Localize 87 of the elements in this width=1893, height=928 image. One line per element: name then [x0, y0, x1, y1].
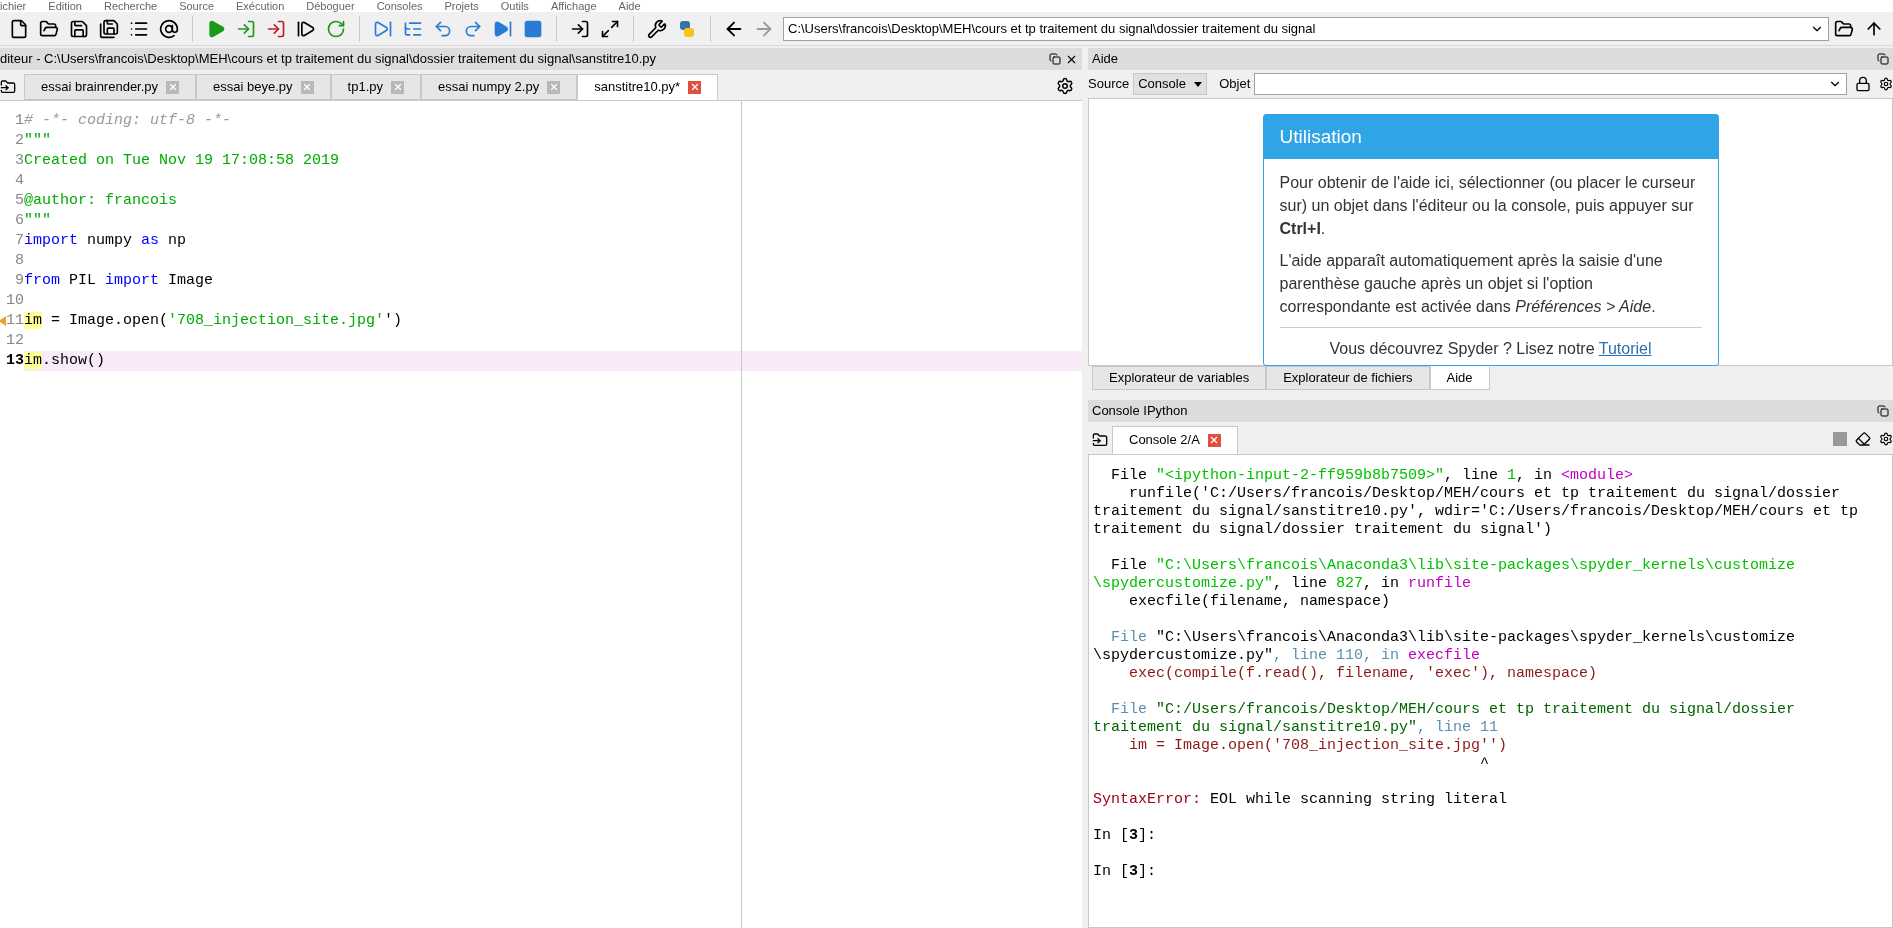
console-line: SyntaxError: EOL while scanning string literal	[1093, 791, 1509, 809]
console-line: File "<ipython-input-2-ff959b8b7509>", line 1, in <module>	[1110, 467, 1635, 485]
close-tab-icon[interactable]	[688, 80, 702, 94]
pane-tab[interactable]: Explorateur de variables	[1092, 366, 1267, 390]
console-line: In [3]:	[1093, 863, 1158, 881]
settings-icon[interactable]	[1056, 77, 1074, 95]
undock-icon[interactable]	[1877, 53, 1889, 65]
line-number: 9	[15, 271, 24, 291]
console-line: exec(compile(f.read(), filename, 'exec'), namespace)	[1128, 665, 1599, 683]
line-number: 12	[6, 331, 24, 351]
tutorial-link[interactable]: Tutoriel	[1598, 340, 1652, 357]
console-line: traitement du signal/sanstitre10.py', wdir='C:/Users/francois/Desktop/MEH/cours et tp	[1093, 503, 1860, 521]
path-combobox[interactable]: C:\Users\francois\Desktop\MEH\cours et tp traitement du signal\dossier traitement du signal	[783, 16, 1829, 41]
undock-icon[interactable]	[1049, 53, 1061, 65]
pane-title: Console IPython	[1092, 402, 1189, 421]
caret-icon	[1194, 81, 1203, 87]
line-number: 5	[15, 191, 24, 211]
pane-title: Aide	[1092, 50, 1120, 69]
editor-tab[interactable]: essai beye.py	[196, 74, 331, 100]
line-number: 11	[6, 311, 24, 331]
settings-icon[interactable]	[1879, 432, 1893, 446]
undock-icon[interactable]	[1877, 405, 1889, 417]
lock-icon[interactable]	[1855, 76, 1871, 92]
code-line: im = Image.open('708_injection_site.jpg'')	[24, 312, 403, 329]
console-tab[interactable]: Console 2/A	[1112, 426, 1238, 454]
code-line: """	[24, 132, 51, 149]
menu-item[interactable]: Edition	[48, 1, 82, 12]
source-dropdown[interactable]: Console	[1133, 73, 1208, 95]
line-number: 13	[6, 351, 24, 371]
card-header: Utilisation	[1263, 115, 1718, 159]
close-tab-icon[interactable]	[1207, 433, 1221, 447]
code-line: Created on Tue Nov 19 17:08:58 2019	[24, 152, 340, 169]
line-number: 6	[15, 211, 24, 231]
menu-item[interactable]: Projets	[444, 1, 479, 12]
object-label: Objet	[1219, 75, 1251, 94]
line-number: 3	[15, 151, 24, 171]
help-paragraph: Pour obtenir de l'aide ici, sélectionner (ou placer le curseur sur) un objet dans l'éditeur ou la console, puis appuyer sur Ctrl+I.	[1279, 173, 1697, 239]
line-number: 8	[15, 251, 24, 271]
code-line: """	[24, 212, 51, 229]
menu-item[interactable]: Affichage	[550, 1, 597, 12]
console-line: In [3]:	[1093, 827, 1158, 845]
editor-tab[interactable]: essai numpy 2.py	[421, 74, 578, 100]
menu-item[interactable]: Source	[179, 1, 214, 12]
console-line: traitement du signal/sanstitre10.py", line 11	[1093, 719, 1500, 737]
editor-tab[interactable]: essai brainrender.py	[24, 74, 197, 100]
line-number: 1	[15, 111, 24, 131]
menu-item[interactable]: Consoles	[376, 1, 423, 12]
console-line: \spydercustomize.py", line 110, in execfile	[1093, 647, 1482, 665]
menu-item[interactable]: Déboguer	[306, 1, 355, 12]
console-line: File "C:\Users\francois\Anaconda3\lib\site-packages\spyder_kernels\customize	[1110, 557, 1797, 575]
source-label: Source	[1088, 75, 1130, 94]
line-number: 4	[15, 171, 24, 191]
help-paragraph: L'aide apparaît automatiquement après la saisie d'une parenthèse gauche après un objet si l'option correspondante est activée dans Préférences > Aide.	[1279, 251, 1664, 317]
code-line: # -*- coding: utf-8 -*-	[24, 112, 232, 129]
line-number: 10	[6, 291, 24, 311]
console-line: File "C:\Users\francois\Anaconda3\lib\site-packages\spyder_kernels\customize	[1110, 629, 1797, 647]
browse-tabs-icon[interactable]	[1092, 432, 1108, 448]
console-line: \spydercustomize.py", line 827, in runfile	[1093, 575, 1473, 593]
eraser-icon[interactable]	[1855, 431, 1871, 447]
object-field[interactable]	[1254, 73, 1847, 95]
help-footer-text: Vous découvrez Spyder ? Lisez notre	[1329, 340, 1595, 357]
menu-item[interactable]: Aide	[618, 1, 641, 12]
warning-icon	[0, 316, 6, 326]
console-line: ^	[1479, 755, 1491, 773]
code-line: from PIL import Image	[24, 272, 214, 289]
editor-tab[interactable]: tp1.py	[330, 74, 421, 100]
pane-tab[interactable]: Aide	[1429, 366, 1490, 390]
console-line: im = Image.open('708_injection_site.jpg'')	[1128, 737, 1509, 755]
menu-item[interactable]: Exécution	[236, 1, 285, 12]
pane-tab[interactable]: Explorateur de fichiers	[1266, 366, 1430, 390]
code-line: @author: francois	[24, 192, 178, 209]
editor-tab[interactable]: sanstitre10.py*	[577, 74, 719, 100]
menu-item[interactable]: Recherche	[103, 1, 158, 12]
pane-title: diteur - C:\Users\francois\Desktop\MEH\cours et tp traitement du signal\dossier traitement du signal\sanstitre10.py	[0, 50, 658, 69]
menu-item[interactable]: Outils	[500, 1, 529, 12]
code-line: import numpy as np	[24, 232, 187, 249]
console-line: traitement du signal/dossier traitement du signal')	[1093, 521, 1554, 539]
line-number: 7	[15, 231, 24, 251]
console-output[interactable]	[1088, 454, 1893, 928]
console-line: runfile('C:/Users/francois/Desktop/MEH/cours et tp traitement du signal/dossier	[1128, 485, 1842, 503]
settings-icon[interactable]	[1879, 77, 1893, 91]
code-line: im.show()	[24, 352, 106, 369]
line-number: 2	[15, 131, 24, 151]
browse-tabs-icon[interactable]	[0, 79, 16, 95]
console-line: execfile(filename, namespace)	[1128, 593, 1392, 611]
menu-item[interactable]: ichier	[0, 1, 27, 12]
console-line: File "C:/Users/francois/Desktop/MEH/cours et tp traitement du signal/dossier	[1110, 701, 1797, 719]
